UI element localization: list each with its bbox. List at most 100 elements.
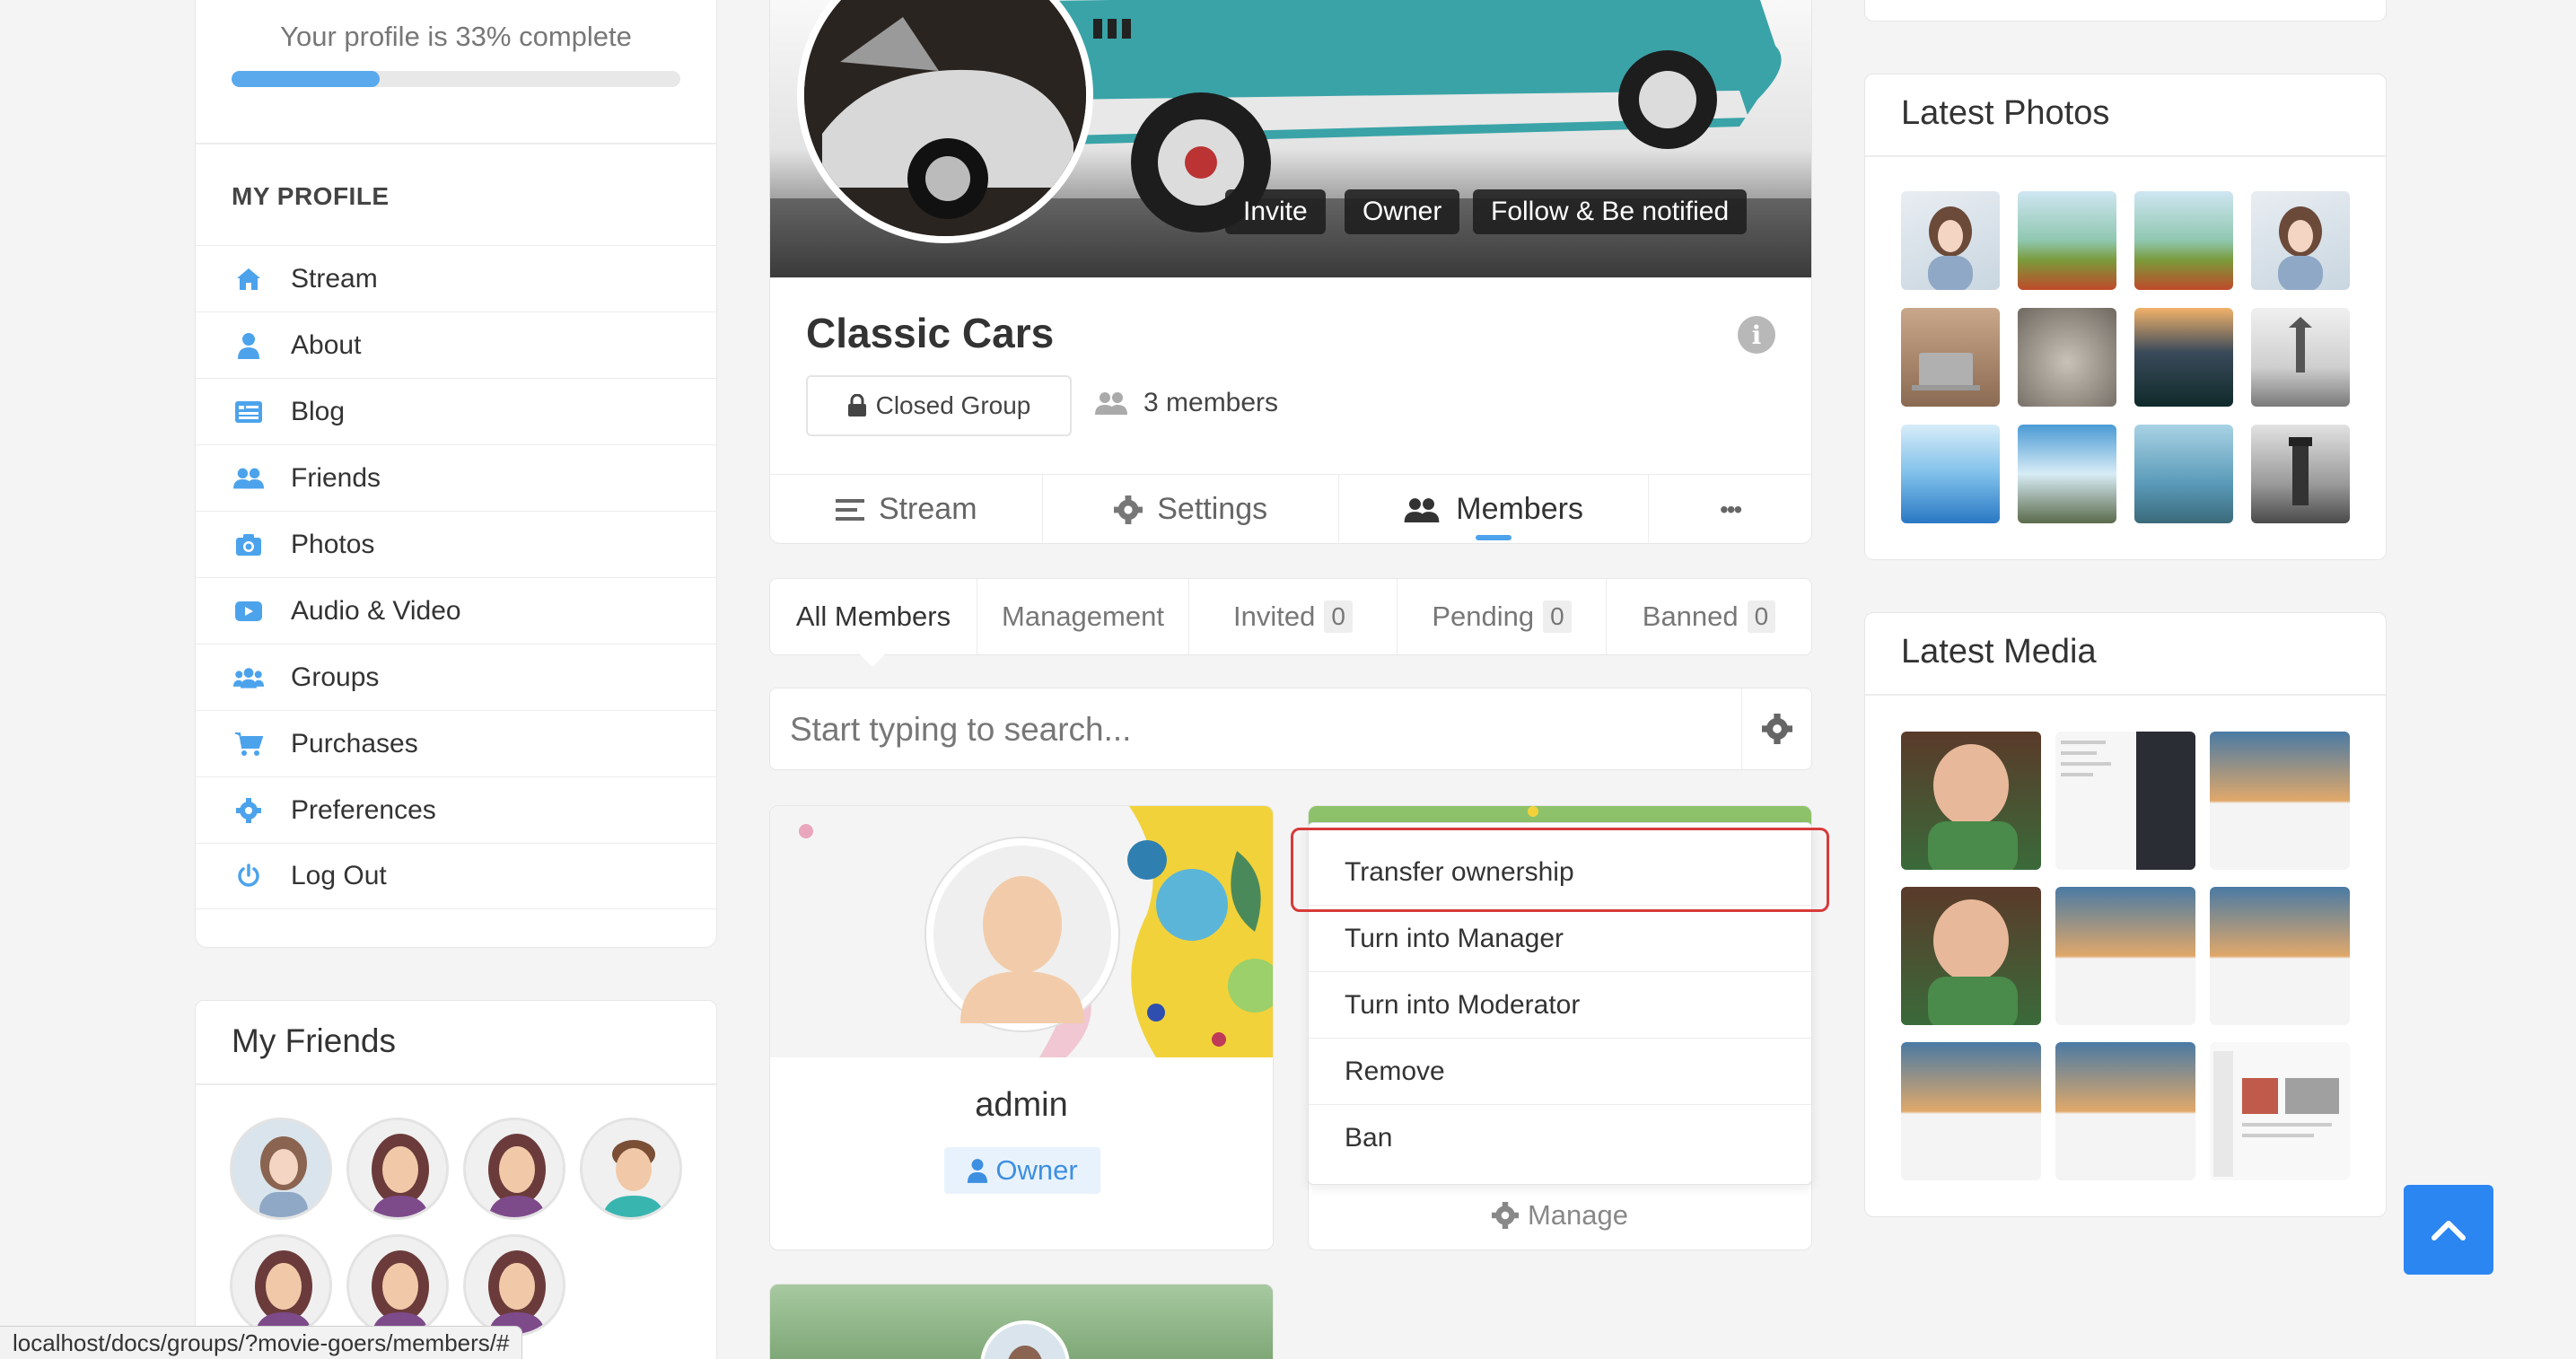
- owner-role-label: Owner: [995, 1154, 1078, 1186]
- menu-item-label: Log Out: [291, 861, 387, 890]
- photo-thumbnail[interactable]: [2018, 308, 2116, 407]
- menu-item-stream[interactable]: Stream: [196, 245, 716, 311]
- more-options-icon[interactable]: •••: [1649, 475, 1811, 544]
- gear-icon: [1114, 495, 1143, 524]
- tab-label: Stream: [878, 492, 977, 526]
- menu-item-groups[interactable]: Groups: [196, 644, 716, 710]
- menu-item-label: About: [291, 329, 362, 360]
- right-top-card: [1864, 0, 2387, 22]
- owner-button[interactable]: Owner: [1345, 189, 1460, 234]
- tab-management[interactable]: Management: [977, 579, 1189, 654]
- group-info-card: Classic Cars i Closed Group 3 members St…: [769, 278, 1812, 544]
- scroll-to-top-button[interactable]: [2404, 1185, 2493, 1275]
- menu-item-label: Audio & Video: [291, 595, 461, 626]
- media-thumbnail[interactable]: [1901, 887, 2041, 1025]
- info-icon[interactable]: i: [1738, 316, 1775, 354]
- menu-item-turn-into-moderator[interactable]: Turn into Moderator: [1309, 972, 1811, 1039]
- tab-members[interactable]: Members: [1339, 475, 1650, 544]
- photo-thumbnail[interactable]: [1901, 191, 2000, 290]
- user-tie-icon: [968, 1159, 988, 1183]
- menu-item-label: Groups: [291, 662, 380, 692]
- my-profile-heading: MY PROFILE: [232, 182, 390, 210]
- friend-avatar[interactable]: [580, 1118, 682, 1220]
- member-search-box: [769, 688, 1812, 770]
- my-friends-card: My Friends: [195, 1000, 717, 1359]
- tab-settings[interactable]: Settings: [1043, 475, 1339, 544]
- menu-item-turn-into-manager[interactable]: Turn into Manager: [1309, 906, 1811, 972]
- tab-label: Settings: [1157, 492, 1268, 526]
- owner-role-badge: Owner: [944, 1147, 1100, 1194]
- member-tabs: All Members Management Invited 0 Pending 0…: [769, 578, 1812, 667]
- tab-label: Members: [1456, 492, 1583, 526]
- tab-stream[interactable]: Stream: [770, 475, 1044, 544]
- member-avatar[interactable]: [924, 837, 1120, 1032]
- menu-item-audio-video[interactable]: Audio & Video: [196, 577, 716, 644]
- media-thumbnail[interactable]: [2055, 887, 2195, 1025]
- tab-invited-label: Invited: [1233, 601, 1316, 632]
- member-avatar[interactable]: [980, 1320, 1070, 1359]
- friend-avatar[interactable]: [230, 1118, 332, 1220]
- photo-thumbnail[interactable]: [2018, 425, 2116, 523]
- menu-item-label: Preferences: [291, 794, 436, 825]
- groups-icon: [233, 662, 264, 693]
- invite-button[interactable]: Invite: [1225, 189, 1326, 234]
- profile-card: Your profile is 33% complete MY PROFILE …: [195, 0, 717, 948]
- profile-completion-text: Your profile is 33% complete: [280, 21, 632, 52]
- lock-icon: [847, 394, 866, 416]
- menu-item-about[interactable]: About: [196, 311, 716, 378]
- media-thumbnail[interactable]: [2055, 732, 2195, 870]
- photo-thumbnail[interactable]: [2018, 191, 2116, 290]
- friend-avatar[interactable]: [346, 1234, 449, 1337]
- media-thumbnail[interactable]: [1901, 1042, 2041, 1180]
- friend-avatar[interactable]: [346, 1118, 449, 1220]
- menu-item-friends[interactable]: Friends: [196, 444, 716, 511]
- latest-media-title: Latest Media: [1901, 633, 2097, 671]
- menu-item-remove[interactable]: Remove: [1309, 1039, 1811, 1105]
- gear-icon: [1491, 1201, 1519, 1229]
- friend-avatar[interactable]: [463, 1234, 565, 1337]
- media-thumbnail[interactable]: [1901, 732, 2041, 870]
- closed-group-badge[interactable]: Closed Group: [806, 375, 1072, 436]
- menu-item-ban[interactable]: Ban: [1309, 1105, 1811, 1171]
- group-cover-image: Invite Owner Follow & Be notified: [769, 0, 1812, 278]
- users-icon: [1404, 497, 1440, 522]
- tab-all-members[interactable]: All Members: [770, 579, 977, 654]
- follow-button[interactable]: Follow & Be notified: [1473, 189, 1748, 234]
- divider: [196, 1083, 716, 1085]
- tab-banned[interactable]: Banned 0: [1607, 579, 1811, 654]
- group-title: Classic Cars: [806, 310, 1055, 356]
- menu-item-purchases[interactable]: Purchases: [196, 710, 716, 776]
- camera-icon: [233, 530, 264, 560]
- divider: [1865, 694, 2386, 696]
- cart-icon: [233, 729, 264, 759]
- menu-item-blog[interactable]: Blog: [196, 378, 716, 444]
- photo-thumbnail[interactable]: [2251, 308, 2350, 407]
- photo-thumbnail[interactable]: [2134, 425, 2233, 523]
- media-thumbnail[interactable]: [2210, 887, 2350, 1025]
- member-search-input[interactable]: [790, 705, 1687, 755]
- media-thumbnail[interactable]: [2210, 1042, 2350, 1180]
- my-friends-title: My Friends: [232, 1022, 396, 1059]
- media-thumbnail[interactable]: [2210, 732, 2350, 870]
- users-icon: [1095, 392, 1127, 415]
- photo-thumbnail[interactable]: [2251, 425, 2350, 523]
- search-settings-button[interactable]: [1741, 688, 1811, 769]
- friend-avatar[interactable]: [230, 1234, 332, 1337]
- photo-thumbnail[interactable]: [2134, 308, 2233, 407]
- menu-item-logout[interactable]: Log Out: [196, 843, 716, 909]
- tab-pending[interactable]: Pending 0: [1398, 579, 1607, 654]
- menu-item-preferences[interactable]: Preferences: [196, 776, 716, 843]
- tab-banned-label: Banned: [1642, 601, 1739, 632]
- menu-item-photos[interactable]: Photos: [196, 511, 716, 577]
- photo-thumbnail[interactable]: [1901, 425, 2000, 523]
- photo-thumbnail[interactable]: [2134, 191, 2233, 290]
- photo-thumbnail[interactable]: [2251, 191, 2350, 290]
- photo-thumbnail[interactable]: [1901, 308, 2000, 407]
- members-count-label: 3 members: [1143, 388, 1279, 417]
- tab-invited[interactable]: Invited 0: [1189, 579, 1398, 654]
- menu-item-label: Purchases: [291, 728, 418, 758]
- media-thumbnail[interactable]: [2055, 1042, 2195, 1180]
- manage-button[interactable]: Manage: [1309, 1179, 1811, 1249]
- friend-avatar[interactable]: [463, 1118, 565, 1220]
- member-name[interactable]: admin: [770, 1086, 1273, 1125]
